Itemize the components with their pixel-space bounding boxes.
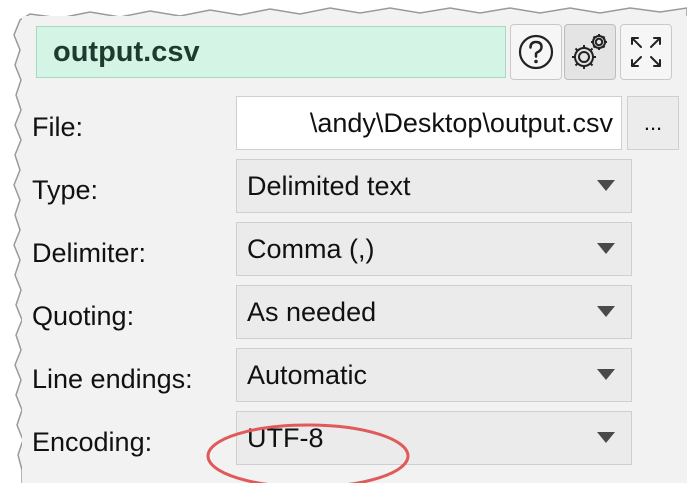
- line-endings-value: Automatic: [247, 359, 368, 390]
- delimiter-dropdown[interactable]: Comma (,): [236, 222, 632, 276]
- delimiter-value: Comma (,): [247, 233, 375, 264]
- type-label: Type:: [32, 175, 99, 205]
- expand-button[interactable]: [620, 24, 672, 80]
- type-dropdown[interactable]: Delimited text: [236, 159, 632, 213]
- chevron-down-icon: [597, 432, 615, 443]
- help-button[interactable]: [510, 24, 562, 80]
- file-path-input[interactable]: \andy\Desktop\output.csv: [236, 96, 622, 150]
- quoting-value: As needed: [247, 296, 377, 327]
- gears-icon: [572, 34, 607, 69]
- encoding-label: Encoding:: [32, 427, 153, 457]
- chevron-down-icon: [597, 369, 615, 380]
- line-endings-label: Line endings:: [32, 364, 193, 394]
- chevron-down-icon: [597, 243, 615, 254]
- quoting-dropdown[interactable]: As needed: [236, 285, 632, 339]
- chevron-down-icon: [597, 180, 615, 191]
- encoding-dropdown[interactable]: UTF-8: [236, 411, 632, 465]
- browse-button[interactable]: ...: [627, 96, 679, 150]
- delimiter-label: Delimiter:: [32, 238, 147, 268]
- panel-title[interactable]: output.csv: [36, 26, 506, 78]
- quoting-label: Quoting:: [32, 301, 135, 331]
- file-label: File:: [32, 112, 84, 142]
- encoding-value: UTF-8: [247, 422, 324, 453]
- settings-button[interactable]: [564, 24, 616, 80]
- expand-icon: [631, 37, 661, 67]
- type-value: Delimited text: [247, 170, 411, 201]
- chevron-down-icon: [597, 306, 615, 317]
- help-circle-icon: [518, 34, 554, 70]
- line-endings-dropdown[interactable]: Automatic: [236, 348, 632, 402]
- output-panel: output.csv File: \andy\Desktop\output.cs…: [22, 16, 687, 483]
- file-path-value: \andy\Desktop\output.csv: [309, 107, 613, 138]
